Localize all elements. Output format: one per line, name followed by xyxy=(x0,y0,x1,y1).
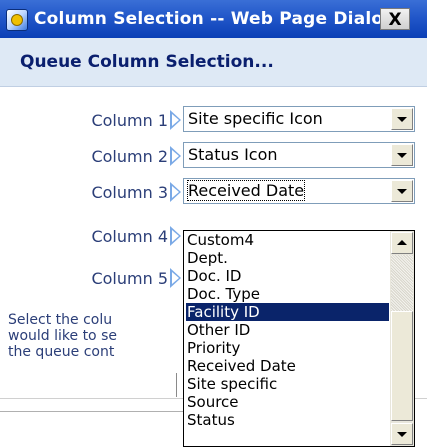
column-1-select[interactable]: Site specific Icon xyxy=(183,106,415,132)
column-label: Column 3 xyxy=(91,183,168,202)
page-title: Queue Column Selection... xyxy=(20,52,274,72)
scroll-track[interactable] xyxy=(391,255,413,311)
column-2-select[interactable]: Status Icon xyxy=(183,142,415,168)
ie-dialog-icon xyxy=(6,9,28,31)
column-label: Column 1 xyxy=(91,111,168,130)
dropdown-option[interactable]: Site specific xyxy=(186,375,389,393)
chevron-down-icon[interactable] xyxy=(391,108,413,130)
column-3-select[interactable]: Received Date xyxy=(183,178,415,204)
column-label: Column 4 xyxy=(91,227,168,246)
dropdown-option[interactable]: Received Date xyxy=(186,357,389,375)
column-label: Column 2 xyxy=(91,147,168,166)
divider xyxy=(0,411,186,412)
dropdown-option[interactable]: Other ID xyxy=(186,321,389,339)
scroll-up-icon[interactable] xyxy=(391,232,413,254)
select-value: Status Icon xyxy=(188,145,278,164)
column-row-2: Column 2 Status Icon xyxy=(0,142,427,172)
instructions-text: Select the colu would like to se the que… xyxy=(8,312,117,360)
chevron-down-icon[interactable] xyxy=(391,180,413,202)
scroll-thumb[interactable] xyxy=(391,311,413,421)
dropdown-option[interactable]: Dept. xyxy=(186,249,389,267)
dropdown-option[interactable]: Status xyxy=(186,411,389,429)
window-title: Column Selection -- Web Page Dialog xyxy=(34,9,396,29)
arrow-right-icon xyxy=(170,268,181,288)
column-3-dropdown-list[interactable]: Custom4 Dept. Doc. ID Doc. Type Facility… xyxy=(183,230,415,447)
scroll-down-icon[interactable] xyxy=(391,423,413,445)
dropdown-option[interactable]: Custom4 xyxy=(186,231,389,249)
chevron-down-icon[interactable] xyxy=(391,144,413,166)
arrow-right-icon xyxy=(170,182,181,202)
window-titlebar: Column Selection -- Web Page Dialog X xyxy=(0,0,427,38)
arrow-right-icon xyxy=(170,146,181,166)
dropdown-option[interactable]: Priority xyxy=(186,339,389,357)
column-row-3: Column 3 Received Date xyxy=(0,178,427,208)
dropdown-option[interactable]: Source xyxy=(186,393,389,411)
dropdown-option[interactable]: Doc. ID xyxy=(186,267,389,285)
column-label: Column 5 xyxy=(91,269,168,288)
dropdown-scrollbar[interactable] xyxy=(390,231,414,446)
arrow-right-icon xyxy=(170,110,181,130)
close-button[interactable]: X xyxy=(380,8,410,30)
arrow-right-icon xyxy=(170,226,181,246)
dialog-header: Queue Column Selection... xyxy=(0,38,427,87)
column-row-1: Column 1 Site specific Icon xyxy=(0,106,427,136)
select-value: Site specific Icon xyxy=(188,109,323,128)
dropdown-option[interactable]: Doc. Type xyxy=(186,285,389,303)
select-value: Received Date xyxy=(186,180,306,201)
dropdown-option-selected[interactable]: Facility ID xyxy=(186,303,389,321)
